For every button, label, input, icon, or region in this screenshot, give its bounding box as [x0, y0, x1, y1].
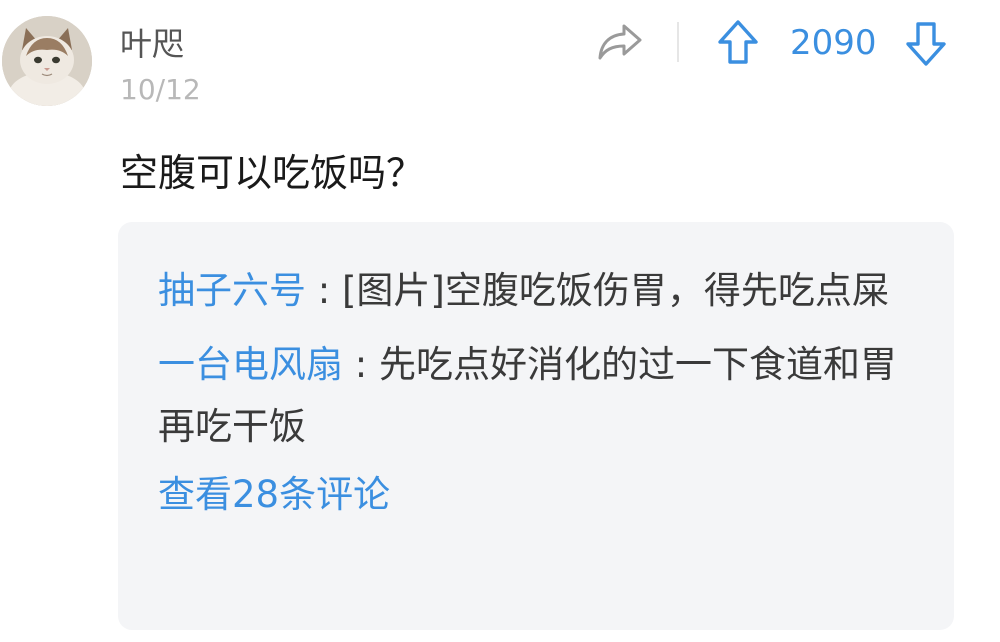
comment-separator: :: [343, 343, 379, 386]
comment-separator: :: [306, 269, 342, 312]
cat-avatar-icon: [2, 16, 92, 106]
username[interactable]: 叶咫: [120, 24, 184, 64]
comments-preview[interactable]: 抽子六号 : [图片]空腹吃饭伤胃，得先吃点屎 一台电风扇 : 先吃点好消化的过…: [118, 222, 954, 630]
divider: [677, 22, 679, 62]
post-date: 10/12: [120, 73, 201, 106]
comment-author[interactable]: 一台电风扇: [158, 343, 343, 386]
vote-count: 2090: [790, 23, 877, 63]
share-icon: [598, 24, 642, 60]
comment-text: [图片]空腹吃饭伤胃，得先吃点屎: [342, 269, 889, 312]
post-card: 叶咫 10/12 2090 空腹可以吃饭吗？ 抽子六号 : [图片]空腹吃饭伤胃…: [0, 0, 1000, 642]
view-all-comments-link[interactable]: 查看28条评论: [158, 470, 914, 520]
upvote-button[interactable]: [716, 18, 760, 68]
avatar[interactable]: [2, 16, 92, 106]
comment-item[interactable]: 一台电风扇 : 先吃点好消化的过一下食道和胃再吃干饭: [158, 334, 914, 458]
arrow-down-icon: [906, 22, 946, 66]
arrow-up-icon: [718, 20, 758, 64]
comment-author[interactable]: 抽子六号: [158, 269, 306, 312]
share-button[interactable]: [596, 20, 644, 64]
comment-item[interactable]: 抽子六号 : [图片]空腹吃饭伤胃，得先吃点屎: [158, 260, 914, 322]
post-question[interactable]: 空腹可以吃饭吗？: [120, 148, 424, 198]
downvote-button[interactable]: [904, 18, 948, 68]
